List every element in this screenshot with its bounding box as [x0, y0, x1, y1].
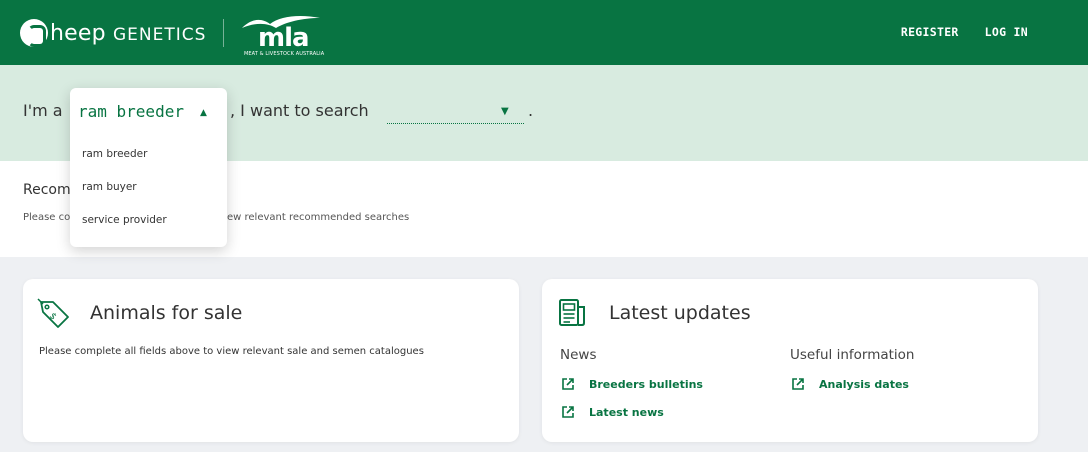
- recommended-desc-right: ew relevant recommended searches: [227, 212, 410, 223]
- caret-down-icon: ▼: [501, 106, 509, 117]
- role-option-ram-buyer[interactable]: ram buyer: [82, 181, 137, 193]
- animals-for-sale-title: Animals for sale: [90, 302, 243, 324]
- role-dropdown[interactable]: ram breeder ▲ ram breeder ram buyer serv…: [70, 88, 227, 247]
- external-link-icon: [562, 378, 574, 390]
- top-nav: REGISTER LOG IN: [901, 25, 1028, 39]
- breeders-bulletins-label: Breeders bulletins: [589, 377, 703, 391]
- animals-for-sale-card: $ Animals for sale Please complete all f…: [23, 279, 519, 442]
- logo-divider: [223, 19, 224, 47]
- animals-for-sale-desc: Please complete all fields above to view…: [39, 346, 424, 357]
- external-link-icon: [792, 378, 804, 390]
- search-target-select[interactable]: ▼: [387, 100, 524, 124]
- role-option-ram-breeder[interactable]: ram breeder: [82, 148, 147, 160]
- register-link[interactable]: REGISTER: [901, 25, 959, 39]
- brand-name-part: heep: [50, 20, 113, 46]
- sentence-middle: , I want to search: [230, 101, 369, 120]
- brand-name-caps: GENETICS: [112, 24, 207, 45]
- news-heading: News: [560, 347, 597, 363]
- useful-info-heading: Useful information: [790, 347, 915, 363]
- site-header: heep GENETICS mla MEAT & LIVESTOCK AUSTR…: [0, 0, 1088, 65]
- mla-logo[interactable]: mla MEAT & LIVESTOCK AUSTRALIA: [240, 12, 324, 57]
- brand-name: heep GENETICS: [50, 21, 206, 46]
- recommended-desc-left: Please co: [23, 212, 71, 223]
- latest-news-label: Latest news: [589, 405, 664, 419]
- latest-updates-title: Latest updates: [609, 302, 751, 324]
- mla-logo-word: mla: [258, 23, 310, 53]
- login-link[interactable]: LOG IN: [985, 25, 1028, 39]
- sheep-icon: [20, 19, 48, 47]
- sentence-prefix: I'm a: [23, 101, 63, 120]
- svg-text:$: $: [47, 311, 58, 322]
- role-option-service-provider[interactable]: service provider: [82, 214, 167, 226]
- recommended-title: Recom: [23, 182, 71, 198]
- mla-logo-subtitle: MEAT & LIVESTOCK AUSTRALIA: [244, 51, 325, 57]
- newspaper-icon: [559, 299, 585, 326]
- analysis-dates-link[interactable]: Analysis dates: [791, 377, 909, 391]
- sentence-suffix: .: [528, 101, 534, 120]
- latest-updates-card: Latest updates News Useful information B…: [542, 279, 1038, 442]
- price-tag-icon: $: [37, 298, 69, 328]
- external-link-icon: [562, 406, 574, 418]
- latest-news-link[interactable]: Latest news: [561, 405, 664, 419]
- sheep-genetics-logo[interactable]: heep GENETICS: [20, 16, 206, 50]
- breeders-bulletins-link[interactable]: Breeders bulletins: [561, 377, 703, 391]
- analysis-dates-label: Analysis dates: [819, 377, 909, 391]
- caret-up-icon[interactable]: ▲: [200, 108, 207, 118]
- role-selected-value[interactable]: ram breeder: [78, 102, 184, 121]
